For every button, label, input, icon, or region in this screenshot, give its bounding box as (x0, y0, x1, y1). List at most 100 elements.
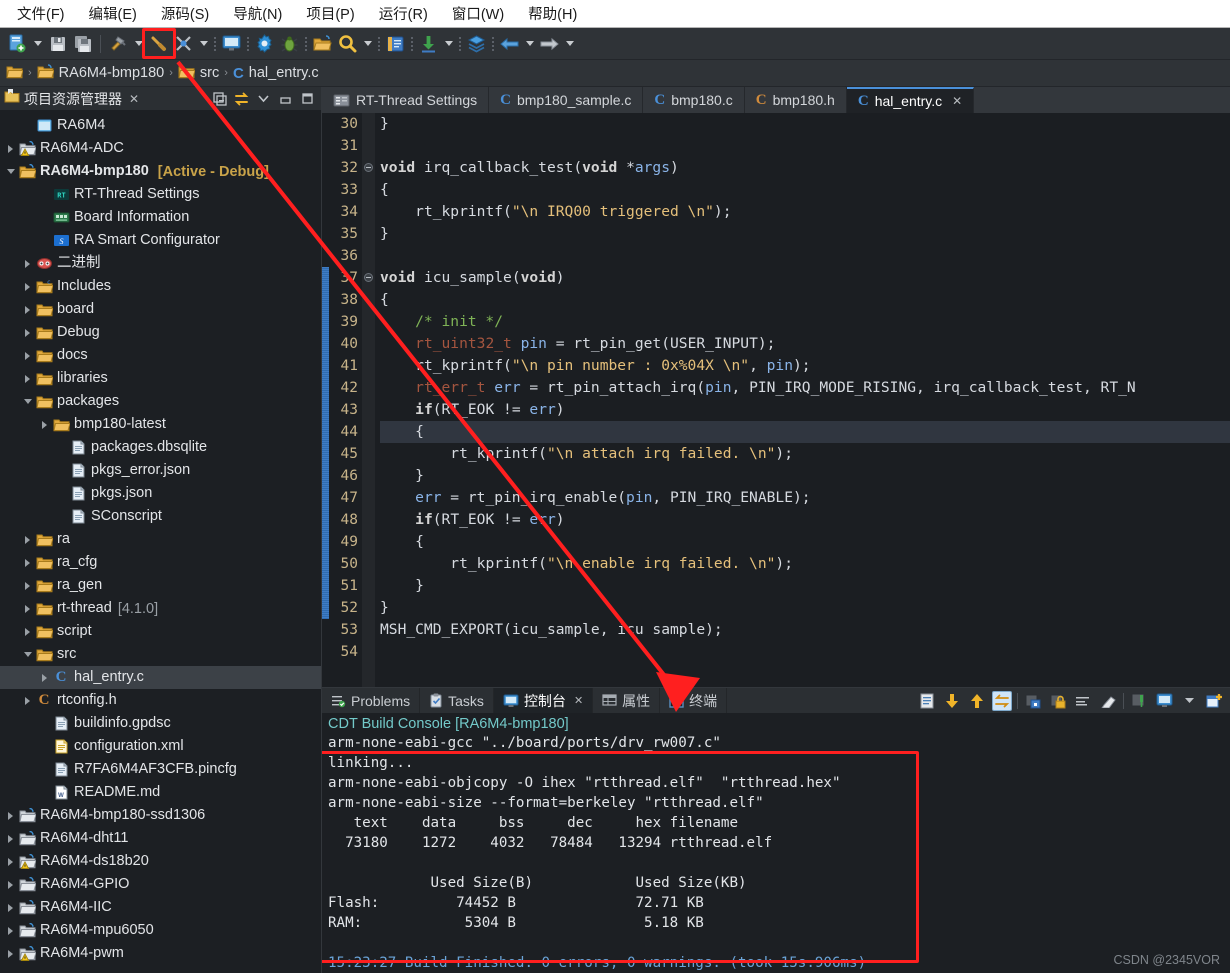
toolbar-drag-handle-6[interactable] (456, 34, 464, 54)
tree-twisty-open[interactable] (21, 643, 34, 666)
menu-run[interactable]: 运行(R) (368, 0, 439, 27)
code-line[interactable]: void icu_sample(void) (380, 267, 1230, 289)
close-icon[interactable]: ✕ (574, 694, 583, 707)
code-line[interactable]: rt_kprintf("\n IRQ00 triggered \n"); (380, 201, 1230, 223)
tree-twisty-closed[interactable] (21, 275, 34, 298)
tree-item[interactable]: SConscript (0, 505, 321, 528)
editor-tab-bmp180-sample-c[interactable]: Cbmp180_sample.c (489, 87, 644, 113)
close-icon[interactable]: ✕ (129, 92, 139, 106)
breadcrumb-item-folder[interactable]: src (200, 65, 219, 81)
back-dropdown-arrow[interactable] (522, 31, 537, 57)
tree-twisty-closed[interactable] (21, 574, 34, 597)
menu-project[interactable]: 项目(P) (295, 0, 365, 27)
tree-item[interactable]: W README.md (0, 781, 321, 804)
tree-item[interactable]: script (0, 620, 321, 643)
code-line[interactable] (380, 245, 1230, 267)
tree-item[interactable]: RA6M4-GPIO (0, 873, 321, 896)
code-line[interactable]: rt_uint32_t pin = rt_pin_get(USER_INPUT)… (380, 333, 1230, 355)
tree-twisty-closed[interactable] (4, 896, 17, 919)
open-folder-icon[interactable] (310, 31, 335, 57)
code-line[interactable]: rt_kprintf("\n enable irq failed. \n"); (380, 553, 1230, 575)
tree-item[interactable]: ra_cfg (0, 551, 321, 574)
editor-tab-rt-thread-settings[interactable]: RT-Thread Settings (322, 87, 490, 113)
tree-item[interactable]: RA6M4-bmp180 [Active - Debug] (0, 160, 321, 183)
toolbar-drag-handle-7[interactable] (489, 34, 497, 54)
new-file-icon[interactable] (5, 31, 30, 57)
tree-item[interactable]: RA6M4-pwm (0, 942, 321, 965)
save-console-icon[interactable] (1023, 691, 1043, 711)
code-line[interactable]: { (380, 421, 1230, 443)
minimize-icon[interactable] (278, 91, 293, 106)
tree-item[interactable]: docs (0, 344, 321, 367)
tree-twisty-closed[interactable] (4, 873, 17, 896)
tree-item[interactable]: RA6M4-bmp180-ssd1306 (0, 804, 321, 827)
tree-item[interactable]: RA6M4-ADC (0, 137, 321, 160)
forward-arrow-icon[interactable] (537, 31, 562, 57)
project-tree[interactable]: RA6M4 RA6M4-ADC RA6M4-bmp180 [Active - Debu… (0, 111, 321, 973)
editor-tab-bmp180-h[interactable]: Cbmp180.h (745, 87, 847, 113)
code-line[interactable]: /* init */ (380, 311, 1230, 333)
tree-twisty-closed[interactable] (4, 919, 17, 942)
code-line[interactable] (380, 641, 1230, 663)
bottom-tab-终端[interactable]: 终端 (660, 688, 728, 713)
code-line[interactable]: if(RT_EOK != err) (380, 399, 1230, 421)
tree-item[interactable]: Board Information (0, 206, 321, 229)
tree-twisty-closed[interactable] (38, 413, 51, 436)
breadcrumb-item-file[interactable]: hal_entry.c (249, 65, 319, 81)
tree-twisty-closed[interactable] (21, 298, 34, 321)
code-line[interactable]: } (380, 223, 1230, 245)
fold-toggle[interactable] (362, 157, 375, 179)
tree-item[interactable]: c Includes (0, 275, 321, 298)
code-line[interactable]: rt_kprintf("\n attach irq failed. \n"); (380, 443, 1230, 465)
code-line[interactable]: void irq_callback_test(void *args) (380, 157, 1230, 179)
editor-tab-bmp180-c[interactable]: Cbmp180.c (643, 87, 745, 113)
collapse-all-icon[interactable] (212, 91, 227, 106)
code-line[interactable]: { (380, 179, 1230, 201)
bottom-tab-控制台[interactable]: 控制台 ✕ (493, 688, 594, 713)
download-dropdown-arrow[interactable] (441, 31, 456, 57)
clear-icon[interactable] (1098, 691, 1118, 711)
code-line[interactable]: } (380, 575, 1230, 597)
code-line[interactable]: if(RT_EOK != err) (380, 509, 1230, 531)
tree-twisty-closed[interactable] (38, 666, 51, 689)
search-dropdown-arrow[interactable] (360, 31, 375, 57)
tree-item[interactable]: pkgs.json (0, 482, 321, 505)
new-file-dropdown-arrow[interactable] (30, 31, 45, 57)
dropdown-arrow[interactable] (1179, 691, 1199, 711)
code-line[interactable]: err = rt_pin_irq_enable(pin, PIN_IRQ_ENA… (380, 487, 1230, 509)
tree-item[interactable]: Crtconfig.h (0, 689, 321, 712)
link-with-editor-icon[interactable] (234, 91, 249, 106)
tree-item[interactable]: Debug (0, 321, 321, 344)
code-line[interactable]: { (380, 531, 1230, 553)
tree-twisty-closed[interactable] (21, 344, 34, 367)
toolbar-drag-handle-5[interactable] (408, 34, 416, 54)
tree-item[interactable]: libraries (0, 367, 321, 390)
build-hammer-icon[interactable] (106, 31, 131, 57)
tree-item[interactable]: RT RT-Thread Settings (0, 183, 321, 206)
tree-item[interactable]: board (0, 298, 321, 321)
console-monitor-icon[interactable] (219, 31, 244, 57)
tree-twisty-closed[interactable] (21, 551, 34, 574)
scroll-up-icon[interactable] (967, 691, 987, 711)
menu-source[interactable]: 源码(S) (150, 0, 220, 27)
tree-item[interactable]: bmp180-latest (0, 413, 321, 436)
tree-item[interactable]: S RA Smart Configurator (0, 229, 321, 252)
menu-navigate[interactable]: 导航(N) (222, 0, 293, 27)
tree-twisty-closed[interactable] (4, 850, 17, 873)
debug-bug-icon[interactable] (277, 31, 302, 57)
maximize-icon[interactable] (300, 91, 315, 106)
search-icon[interactable] (335, 31, 360, 57)
layers-icon[interactable] (464, 31, 489, 57)
code-line[interactable]: rt_kprintf("\n pin number : 0x%04X \n", … (380, 355, 1230, 377)
tree-twisty-closed[interactable] (4, 137, 17, 160)
forward-dropdown-arrow[interactable] (562, 31, 577, 57)
tree-item[interactable]: RA6M4-dht11 (0, 827, 321, 850)
clean-dropdown-arrow[interactable] (196, 31, 211, 57)
tree-twisty-open[interactable] (21, 390, 34, 413)
code-line[interactable]: } (380, 465, 1230, 487)
tree-twisty-closed[interactable] (21, 620, 34, 643)
code-line[interactable]: } (380, 113, 1230, 135)
scroll-down-icon[interactable] (942, 691, 962, 711)
build-clean-icon[interactable] (142, 27, 176, 59)
menu-file[interactable]: 文件(F) (6, 0, 76, 27)
